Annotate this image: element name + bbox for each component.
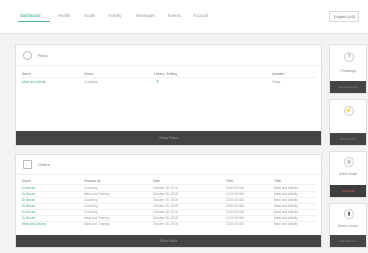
column-header: Updated bbox=[272, 72, 285, 76]
divider bbox=[21, 184, 316, 185]
orders-title: Orders bbox=[38, 163, 50, 167]
plans-icon bbox=[23, 51, 32, 60]
column-header: Status bbox=[84, 72, 94, 76]
column-header: Name bbox=[22, 179, 31, 183]
column-header: Name bbox=[22, 72, 31, 76]
tab-activity[interactable]: Activity bbox=[108, 13, 121, 18]
orders-icon bbox=[23, 160, 32, 169]
show-plans-label: Show Plans bbox=[159, 136, 178, 140]
goals-label: Active Goals bbox=[339, 172, 357, 176]
tab-dashboard[interactable]: Dashboard bbox=[20, 13, 41, 18]
plans-header: Plans bbox=[16, 45, 321, 66]
active-tab-indicator bbox=[18, 21, 50, 22]
column-header: Library / Editing bbox=[154, 72, 177, 76]
devices-label: Device Linked bbox=[337, 224, 359, 228]
target-icon: ◎ bbox=[344, 157, 354, 167]
divider bbox=[21, 77, 316, 78]
order-date: October 08, 2015 bbox=[153, 216, 178, 220]
language-select[interactable]: English (US) ⌄ bbox=[329, 11, 359, 22]
tab-goals[interactable]: Goals bbox=[84, 13, 95, 18]
show-more-button[interactable]: Show More bbox=[16, 235, 321, 247]
order-planned-by: Meal and Training bbox=[84, 192, 110, 196]
order-date: October 08, 2015 bbox=[153, 192, 178, 196]
show-more-label: Show More bbox=[159, 239, 178, 243]
top-nav: Dashboard Health Goals Activity Messages… bbox=[0, 0, 368, 34]
order-name[interactable]: Dr Brown bbox=[22, 192, 35, 196]
orders-header: Orders bbox=[16, 155, 321, 175]
order-date: October 08, 2015 bbox=[153, 186, 178, 190]
edit-icon[interactable]: ✎ bbox=[156, 79, 160, 84]
order-total: Meal and Activity bbox=[274, 198, 298, 202]
readings-label: 0 Readings bbox=[339, 69, 357, 73]
order-name[interactable]: Meal and Activity bbox=[22, 222, 46, 226]
devices-card: ▮ Device Linked See Devices bbox=[329, 203, 367, 248]
order-planned-by: Coaching bbox=[84, 198, 98, 202]
order-name[interactable]: Dr Brown bbox=[22, 216, 35, 220]
order-time: 10:00:00 AM bbox=[226, 192, 244, 196]
order-time: 10:00:00 AM bbox=[226, 186, 244, 190]
plan-updated: Today bbox=[272, 80, 281, 84]
add-goal-button[interactable]: Add Goal bbox=[330, 185, 366, 197]
order-planned-by: Coaching bbox=[84, 204, 98, 208]
chevron-down-icon: ⌄ bbox=[351, 14, 355, 19]
order-date: October 08, 2015 bbox=[153, 198, 178, 202]
order-date: October 08, 2015 bbox=[153, 222, 178, 226]
order-name[interactable]: Dr Brown bbox=[22, 204, 35, 208]
column-header: Date bbox=[153, 179, 160, 183]
tab-messages[interactable]: Messages bbox=[136, 13, 155, 18]
activity-icon: ⚡ bbox=[344, 106, 354, 116]
order-time: 10:00:00 AM bbox=[226, 204, 244, 208]
order-total: Meal and Activity bbox=[274, 204, 298, 208]
order-name[interactable]: Dr Brown bbox=[22, 186, 35, 190]
order-name[interactable]: Dr Brown bbox=[22, 198, 35, 202]
order-total: Meal and Activity bbox=[274, 210, 298, 214]
order-planned-by: Coaching bbox=[84, 210, 98, 214]
orders-panel: Orders Name Planned by Date Time Total D… bbox=[15, 154, 322, 248]
activity-card: ⚡ See Activity bbox=[329, 99, 367, 146]
order-planned-by: Coaching bbox=[84, 186, 98, 190]
order-total: Meal and Activity bbox=[274, 186, 298, 190]
plans-title: Plans bbox=[38, 54, 48, 58]
column-header: Total bbox=[274, 179, 281, 183]
column-header: Time bbox=[226, 179, 234, 183]
plan-name[interactable]: Meal and Activity bbox=[22, 80, 46, 84]
show-plans-button[interactable]: Show Plans bbox=[16, 131, 321, 145]
see-activity-button[interactable]: See Activity bbox=[330, 133, 366, 145]
order-time: 10:00:00 AM bbox=[226, 216, 244, 220]
order-time: 10:00:00 AM bbox=[226, 210, 244, 214]
plans-panel: Plans Name Status Library / Editing Upda… bbox=[15, 44, 322, 146]
readings-card: ? 0 Readings See Readings bbox=[329, 44, 367, 94]
tab-account[interactable]: Account bbox=[193, 13, 208, 18]
tab-events[interactable]: Events bbox=[168, 13, 181, 18]
help-icon: ? bbox=[344, 52, 354, 62]
see-readings-button[interactable]: See Readings bbox=[330, 81, 366, 93]
order-name[interactable]: Dr Brown bbox=[22, 210, 35, 214]
column-header: Planned by bbox=[84, 179, 101, 183]
device-icon: ▮ bbox=[344, 209, 354, 219]
order-time: 10:00:00 AM bbox=[226, 222, 244, 226]
order-date: October 08, 2015 bbox=[153, 210, 178, 214]
order-planned-by: Meal and Training bbox=[84, 216, 110, 220]
tab-health[interactable]: Health bbox=[58, 13, 70, 18]
see-devices-button[interactable]: See Devices bbox=[330, 235, 366, 247]
order-total: Meal and Activity bbox=[274, 222, 298, 226]
goals-card: ◎ Active Goals Add Goal bbox=[329, 151, 367, 198]
order-date: October 08, 2015 bbox=[153, 204, 178, 208]
plan-status: Complete bbox=[84, 80, 98, 84]
order-time: 10:00:00 AM bbox=[226, 198, 244, 202]
order-total: Meal and Activity bbox=[274, 192, 298, 196]
order-total: Meal and Activity bbox=[274, 216, 298, 220]
order-planned-by: Meal and Training bbox=[84, 222, 110, 226]
